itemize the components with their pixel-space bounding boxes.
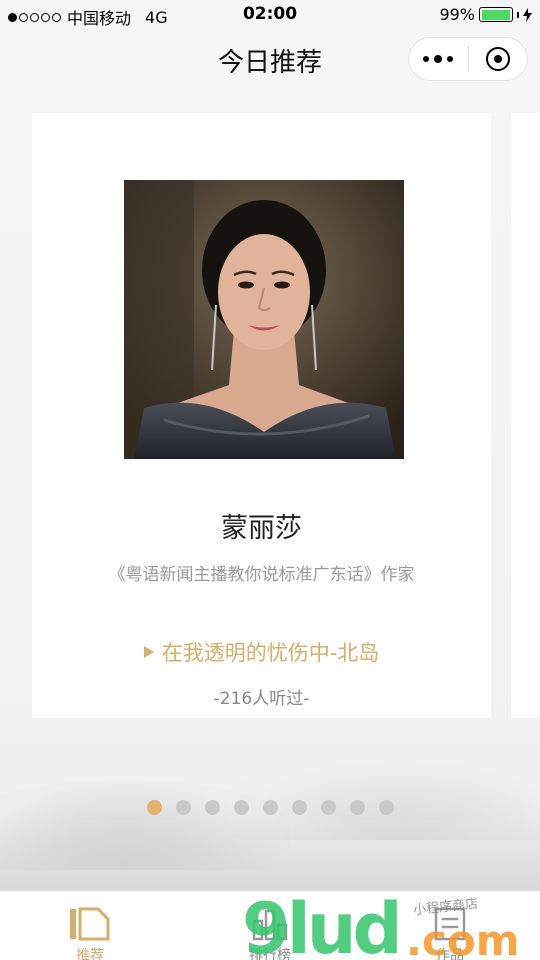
miniprogram-capsule: [408, 37, 528, 81]
battery-fill: [481, 9, 511, 20]
pagination-dot[interactable]: [379, 800, 394, 815]
pagination-dot[interactable]: [205, 800, 220, 815]
author-photo: [124, 180, 404, 459]
screen: 中国移动 4G 02:00 99% 今日推荐 蒙丽莎 《粤语新闻主播教你说标准广…: [0, 0, 540, 960]
tab-bar: 推荐 排行榜 作品: [0, 890, 540, 960]
tab-label: 作品: [436, 948, 464, 960]
close-miniprogram-button[interactable]: [468, 37, 527, 81]
status-right: 99%: [439, 5, 532, 24]
pagination-dot[interactable]: [263, 800, 278, 815]
listen-count: -216人听过-: [213, 689, 310, 709]
recommend-icon: [68, 905, 112, 941]
pagination-dot[interactable]: [292, 800, 307, 815]
pagination-dot[interactable]: [350, 800, 365, 815]
pagination-dot[interactable]: [176, 800, 191, 815]
next-card-peek[interactable]: [511, 113, 540, 718]
status-bar: 中国移动 4G 02:00 99%: [0, 0, 540, 30]
tab-label: 推荐: [76, 948, 104, 960]
track-link[interactable]: 在我透明的忧伤中-北岛: [32, 637, 491, 667]
pagination-dot[interactable]: [234, 800, 249, 815]
navigation-bar: 今日推荐: [0, 30, 540, 88]
works-icon: [428, 905, 472, 941]
charging-icon: [523, 7, 532, 22]
ranking-icon: [248, 905, 292, 941]
tab-ranking[interactable]: 排行榜: [180, 891, 360, 960]
more-menu-button[interactable]: [409, 37, 468, 81]
author-name: 蒙丽莎: [221, 513, 302, 544]
mist-layer: [0, 820, 540, 890]
tab-works[interactable]: 作品: [360, 891, 540, 960]
ink-landscape-background: [0, 700, 540, 890]
battery-percent: 99%: [439, 5, 475, 24]
pagination-dot[interactable]: [321, 800, 336, 815]
track-title: 在我透明的忧伤中-北岛: [161, 641, 380, 665]
author-description: 《粤语新闻主播教你说标准广东话》作家: [108, 565, 415, 585]
target-icon: [485, 47, 510, 71]
pagination-dot[interactable]: [147, 800, 162, 815]
tab-recommend[interactable]: 推荐: [0, 891, 180, 960]
tab-label: 排行榜: [249, 948, 291, 960]
recommend-card[interactable]: 蒙丽莎 《粤语新闻主播教你说标准广东话》作家 在我透明的忧伤中-北岛 -216人…: [32, 113, 491, 718]
pagination-dots: [147, 800, 394, 815]
battery-tip: [517, 11, 519, 18]
play-icon: [143, 646, 154, 658]
battery-icon: [479, 7, 513, 22]
author-portrait: [124, 180, 404, 459]
